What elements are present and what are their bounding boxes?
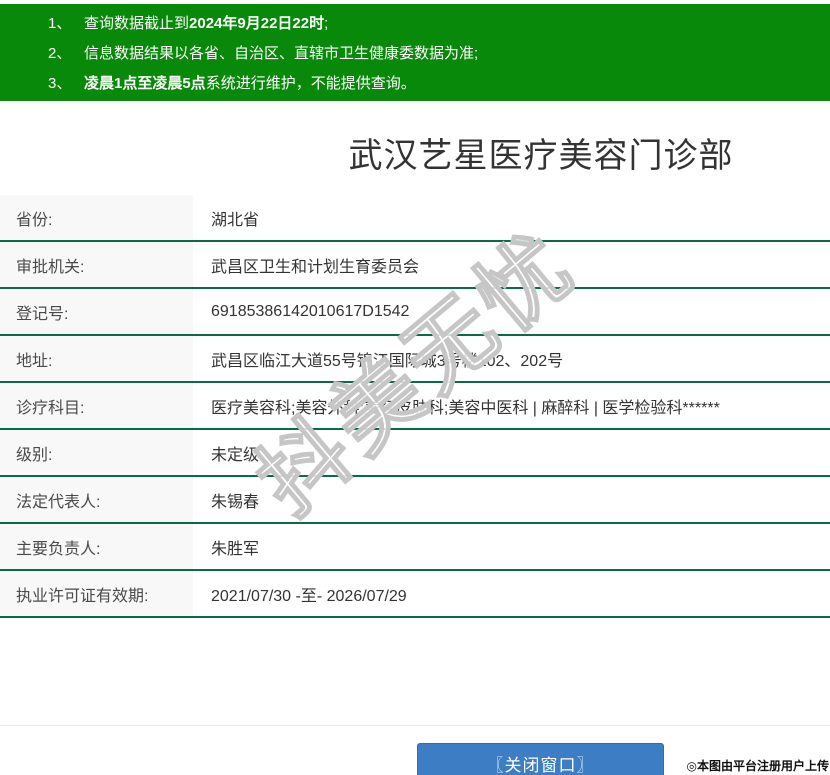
table-row-approval-authority: 审批机关: 武昌区卫生和计划生育委员会 <box>0 242 830 289</box>
row-label: 审批机关: <box>0 242 193 287</box>
row-value: 武昌区卫生和计划生育委员会 <box>211 258 420 276</box>
row-label: 登记号: <box>0 289 193 334</box>
table-row-medical-subjects: 诊疗科目: 医疗美容科;美容外科;美容皮肤科;美容中医科 | 麻醉科 | 医学检… <box>0 383 830 430</box>
notice-number: 1、 <box>48 15 72 32</box>
row-value: 未定级 <box>211 446 260 464</box>
notice-number: 3、 <box>48 75 72 92</box>
row-value: 朱锡春 <box>211 493 260 511</box>
row-label: 法定代表人: <box>0 477 193 522</box>
notice-text: 信息数据结果以各省、自治区、直辖市卫生健康委数据为准; <box>84 45 479 62</box>
row-label: 诊疗科目: <box>0 383 193 428</box>
row-value: 医疗美容科;美容外科;美容皮肤科;美容中医科 | 麻醉科 | 医学检验科****… <box>211 399 720 417</box>
notice-text: 查询数据截止到 <box>84 15 190 32</box>
table-row-license-validity: 执业许可证有效期: 2021/07/30 -至- 2026/07/29 <box>0 571 830 618</box>
notice-line-1: 1、 查询数据截止到2024年9月22日22时; <box>0 9 830 39</box>
close-window-button[interactable]: 〖关闭窗口〗 <box>417 743 664 775</box>
notice-text: 系统进行维护，不能提供查询。 <box>205 75 416 92</box>
row-label: 级别: <box>0 430 193 475</box>
page-title: 武汉艺星医疗美容门诊部 <box>348 137 734 175</box>
table-row-level: 级别: 未定级 <box>0 430 830 477</box>
notice-bar: 1、 查询数据截止到2024年9月22日22时; 2、 信息数据结果以各省、自治区、… <box>0 4 830 101</box>
info-table: 省份: 湖北省 审批机关: 武昌区卫生和计划生育委员会 登记号: 6918538… <box>0 195 830 618</box>
row-label: 地址: <box>0 336 193 381</box>
upload-credit-text: ◎本图由平台注册用户上传 <box>686 759 829 773</box>
row-value: 朱胜军 <box>211 540 260 558</box>
notice-text-bold: 2024年9月22日22时 <box>189 15 325 32</box>
row-value: 69185386142010617D1542 <box>211 302 410 320</box>
table-row-main-person-in-charge: 主要负责人: 朱胜军 <box>0 524 830 571</box>
notice-line-2: 2、 信息数据结果以各省、自治区、直辖市卫生健康委数据为准; <box>0 39 830 69</box>
table-row-province: 省份: 湖北省 <box>0 195 830 242</box>
row-label: 主要负责人: <box>0 524 193 569</box>
footer-divider <box>0 725 830 726</box>
notice-text-bold: 凌晨1点至凌晨5点 <box>84 75 206 92</box>
table-row-legal-representative: 法定代表人: 朱锡春 <box>0 477 830 524</box>
notice-number: 2、 <box>48 45 72 62</box>
notice-line-3: 3、 凌晨1点至凌晨5点系统进行维护，不能提供查询。 <box>0 69 830 99</box>
table-row-address: 地址: 武昌区临江大道55号锦江国际城3号楼102、202号 <box>0 336 830 383</box>
row-label: 省份: <box>0 195 193 240</box>
row-label: 执业许可证有效期: <box>0 571 193 616</box>
row-value: 湖北省 <box>211 211 260 229</box>
table-row-registration-number: 登记号: 69185386142010617D1542 <box>0 289 830 336</box>
row-value: 2021/07/30 -至- 2026/07/29 <box>211 587 407 605</box>
row-value: 武昌区临江大道55号锦江国际城3号楼102、202号 <box>211 352 564 370</box>
notice-text: ; <box>324 15 329 32</box>
license-detail-page: 1、 查询数据截止到2024年9月22日22时; 2、 信息数据结果以各省、自治区、… <box>0 0 830 775</box>
